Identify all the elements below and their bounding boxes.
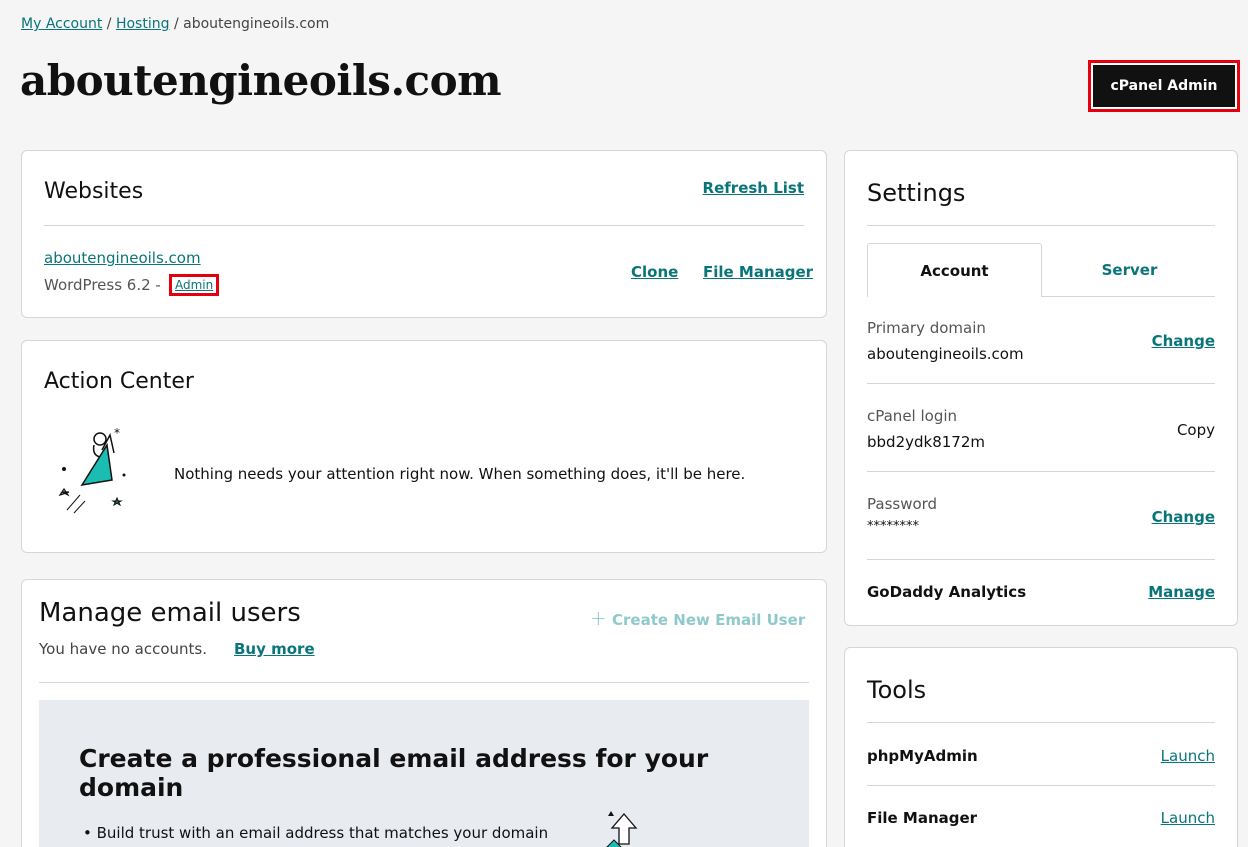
primary-domain-value: aboutengineoils.com — [867, 345, 1024, 363]
divider — [867, 471, 1215, 472]
email-promo-panel: Create a professional email address for … — [39, 700, 809, 847]
cpanel-login-value: bbd2ydk8172m — [867, 433, 985, 451]
breadcrumb-hosting[interactable]: Hosting — [116, 16, 170, 32]
divider — [867, 722, 1215, 723]
cpanel-admin-label: cPanel Admin — [1093, 65, 1235, 107]
divider — [867, 383, 1215, 384]
password-label: Password — [867, 495, 938, 513]
refresh-list-link[interactable]: Refresh List — [703, 179, 804, 197]
buy-more-link[interactable]: Buy more — [234, 640, 315, 658]
tool-phpmyadmin: phpMyAdmin — [867, 747, 978, 765]
breadcrumb-my-account[interactable]: My Account — [21, 16, 102, 32]
tab-server[interactable]: Server — [1042, 243, 1217, 297]
divider — [44, 225, 804, 226]
website-version: WordPress 6.2 - — [44, 276, 161, 294]
launch-phpmyadmin-link[interactable]: Launch — [1161, 747, 1215, 765]
email-users-title: Manage email users — [39, 598, 301, 628]
create-email-user-button[interactable]: + Create New Email User — [590, 606, 805, 630]
password-value: ******** — [867, 519, 919, 534]
plus-icon: + — [590, 606, 607, 630]
divider — [39, 682, 809, 683]
launch-file-manager-link[interactable]: Launch — [1161, 809, 1215, 827]
wordpress-admin-link[interactable]: Admin — [175, 278, 213, 292]
websites-card: Websites Refresh List aboutengineoils.co… — [21, 150, 827, 318]
email-users-card: Manage email users + Create New Email Us… — [21, 579, 827, 847]
settings-title: Settings — [867, 179, 966, 207]
change-password-link[interactable]: Change — [1152, 508, 1215, 526]
breadcrumb-current: aboutengineoils.com — [183, 16, 330, 32]
svg-text:*: * — [114, 426, 120, 440]
copy-login-button[interactable]: Copy — [1177, 421, 1215, 439]
breadcrumb-separator: / — [106, 16, 112, 32]
primary-domain-label: Primary domain — [867, 319, 986, 337]
settings-card: Settings Account Server Primary domain a… — [844, 150, 1238, 626]
file-manager-link[interactable]: File Manager — [703, 263, 813, 281]
breadcrumb: My Account / Hosting / aboutengineoils.c… — [21, 16, 329, 32]
page-title: aboutengineoils.com — [20, 56, 502, 105]
action-center-title: Action Center — [44, 369, 194, 394]
tab-account[interactable]: Account — [867, 243, 1042, 297]
websites-title: Websites — [44, 179, 144, 204]
promo-bullet: • Build trust with an email address that… — [83, 824, 549, 842]
tools-title: Tools — [867, 676, 927, 704]
cpanel-admin-button[interactable]: cPanel Admin — [1088, 60, 1240, 112]
create-email-user-label: Create New Email User — [612, 611, 806, 629]
divider — [867, 785, 1215, 786]
change-domain-link[interactable]: Change — [1152, 332, 1215, 350]
wordpress-admin-highlight: Admin — [169, 274, 220, 296]
action-center-card: Action Center * Nothing needs your atten… — [21, 340, 827, 553]
clone-link[interactable]: Clone — [631, 263, 678, 281]
promo-title: Create a professional email address for … — [79, 744, 709, 802]
action-center-message: Nothing needs your attention right now. … — [174, 465, 746, 483]
breadcrumb-separator: / — [173, 16, 179, 32]
no-accounts-text: You have no accounts. — [39, 640, 207, 658]
divider — [867, 559, 1215, 560]
divider — [867, 225, 1215, 226]
tool-file-manager: File Manager — [867, 809, 978, 827]
analytics-label: GoDaddy Analytics — [867, 583, 1027, 601]
rocket-illustration-icon: * — [58, 426, 126, 514]
tab-underline — [1042, 296, 1215, 297]
tools-card: Tools phpMyAdmin Launch File Manager Lau… — [844, 647, 1238, 847]
cpanel-login-label: cPanel login — [867, 407, 958, 425]
arrow-up-icon — [606, 811, 638, 847]
website-domain-link[interactable]: aboutengineoils.com — [44, 249, 201, 267]
manage-analytics-link[interactable]: Manage — [1148, 583, 1215, 601]
